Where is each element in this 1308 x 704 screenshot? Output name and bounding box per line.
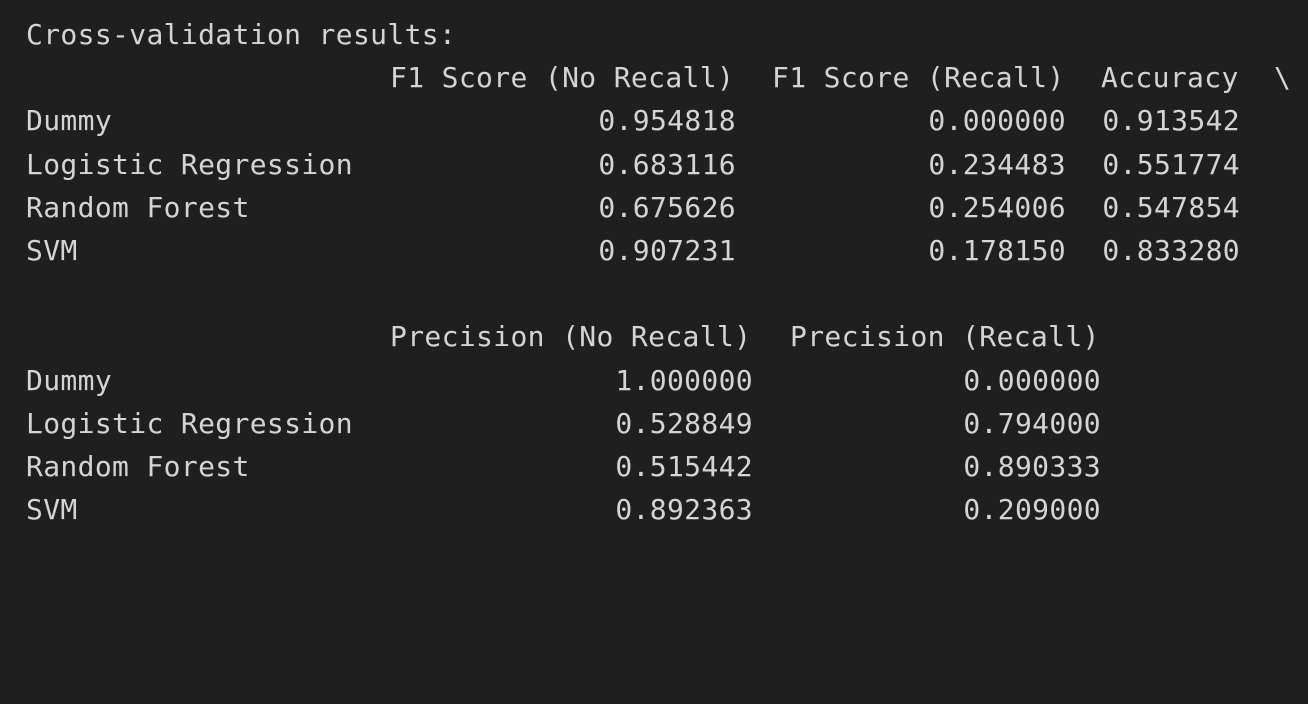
table1-cell-f1-recall: 0.000000	[928, 104, 1066, 138]
table2-header-row: Precision (No Recall) Precision (Recall)	[26, 315, 1308, 358]
table1-cell-f1-recall: 0.254006	[928, 190, 1066, 224]
table2-cell-precision-recall: 0.794000	[963, 406, 1101, 440]
table1-row-label: Dummy	[26, 104, 113, 138]
table2-row-label: SVM	[26, 493, 78, 527]
table1-continuation-mark: \	[1274, 61, 1292, 95]
table1-header-f1-recall: F1 Score (Recall)	[772, 61, 1065, 95]
table1-row-label: Logistic Regression	[26, 147, 353, 181]
table1-header-f1-no-recall: F1 Score (No Recall)	[390, 61, 735, 95]
terminal-output: Cross-validation results: F1 Score (No R…	[0, 0, 1308, 544]
table1-row: Random Forest 0.675626 0.254006 0.547854	[26, 186, 1308, 229]
table1-cell-f1-no-recall: 0.907231	[598, 233, 736, 267]
table1-cell-f1-no-recall: 0.683116	[598, 147, 736, 181]
table1-header-accuracy: Accuracy	[1101, 61, 1239, 95]
table2-row-label: Logistic Regression	[26, 406, 353, 440]
table2-cell-precision-recall: 0.000000	[963, 363, 1101, 397]
table2-row: Dummy 1.000000 0.000000	[26, 359, 1308, 402]
table2-row: Logistic Regression 0.528849 0.794000	[26, 402, 1308, 445]
table2-row-label: Random Forest	[26, 449, 250, 483]
table2-row: SVM 0.892363 0.209000	[26, 488, 1308, 531]
table1-row-label: Random Forest	[26, 190, 250, 224]
output-heading-text: Cross-validation results:	[26, 18, 457, 51]
table2-cell-precision-recall: 0.209000	[963, 493, 1101, 527]
table1-row-label: SVM	[26, 233, 78, 267]
output-heading: Cross-validation results:	[26, 13, 1308, 56]
table1-cell-accuracy: 0.913542	[1102, 104, 1240, 138]
table1-row: SVM 0.907231 0.178150 0.833280	[26, 229, 1308, 272]
table2-cell-precision-no-recall: 1.000000	[615, 363, 753, 397]
table1-cell-f1-recall: 0.234483	[928, 147, 1066, 181]
table2-row-label: Dummy	[26, 363, 113, 397]
table2-cell-precision-no-recall: 0.515442	[615, 449, 753, 483]
table2-header-precision-recall: Precision (Recall)	[790, 320, 1100, 354]
table2-header-precision-no-recall: Precision (No Recall)	[390, 320, 752, 354]
table2-cell-precision-recall: 0.890333	[963, 449, 1101, 483]
table1-cell-accuracy: 0.547854	[1102, 190, 1240, 224]
table2-cell-precision-no-recall: 0.528849	[615, 406, 753, 440]
table1-cell-f1-no-recall: 0.675626	[598, 190, 736, 224]
table1-cell-accuracy: 0.833280	[1102, 233, 1240, 267]
table1-header-row: F1 Score (No Recall) F1 Score (Recall) A…	[26, 56, 1308, 99]
table1-row: Dummy 0.954818 0.000000 0.913542	[26, 99, 1308, 142]
table1-row: Logistic Regression 0.683116 0.234483 0.…	[26, 143, 1308, 186]
table1-cell-f1-no-recall: 0.954818	[598, 104, 736, 138]
table1-cell-f1-recall: 0.178150	[928, 233, 1066, 267]
table2-row: Random Forest 0.515442 0.890333	[26, 445, 1308, 488]
table1-cell-accuracy: 0.551774	[1102, 147, 1240, 181]
table2-cell-precision-no-recall: 0.892363	[615, 493, 753, 527]
